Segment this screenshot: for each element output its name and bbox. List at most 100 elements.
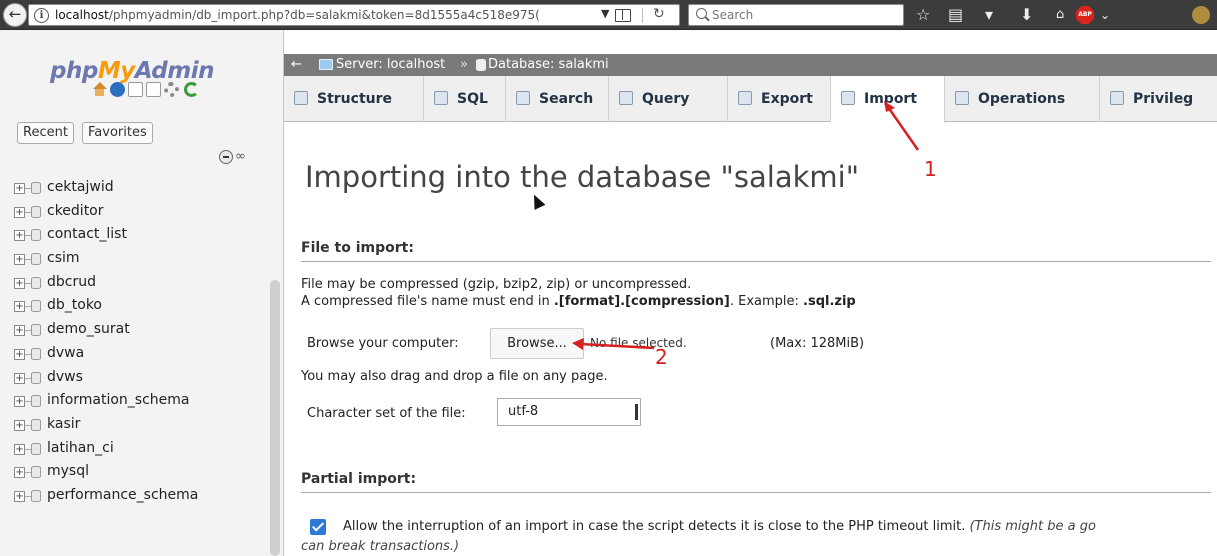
database-item[interactable]: + cektajwid xyxy=(14,176,264,200)
favorites-button[interactable]: Favorites xyxy=(82,122,153,144)
recent-button[interactable]: Recent xyxy=(17,122,74,144)
bookmark-star-icon[interactable]: ☆ xyxy=(916,5,930,25)
database-item[interactable]: + dvwa xyxy=(14,342,264,366)
expand-icon[interactable]: + xyxy=(14,467,25,479)
browse-button[interactable]: Browse... xyxy=(490,328,584,359)
link-icon[interactable]: ∞ xyxy=(235,149,246,164)
extension-icon[interactable] xyxy=(1192,6,1210,24)
tab-label: Search xyxy=(539,91,594,107)
back-arrow-icon[interactable]: ← xyxy=(291,54,302,76)
browser-search-input[interactable]: Search xyxy=(688,4,904,26)
database-name[interactable]: db_toko xyxy=(47,294,102,318)
export-icon xyxy=(738,91,752,105)
database-name[interactable]: latihan_ci xyxy=(47,437,114,461)
database-icon xyxy=(31,182,41,194)
expand-icon[interactable]: + xyxy=(14,301,25,313)
expand-icon[interactable]: + xyxy=(14,183,25,194)
database-name[interactable]: dvws xyxy=(47,366,83,390)
database-item[interactable]: + latihan_ci xyxy=(14,437,264,461)
database-name[interactable]: csim xyxy=(47,247,80,271)
url-text: localhost/phpmyadmin/db_import.php?db=sa… xyxy=(55,8,540,22)
database-item[interactable]: + ckeditor xyxy=(14,200,264,224)
documentation-icon[interactable] xyxy=(128,82,143,97)
expand-icon[interactable]: + xyxy=(14,443,25,455)
database-item[interactable]: + contact_list xyxy=(14,223,264,247)
database-item[interactable]: + db_toko xyxy=(14,294,264,318)
tab-label: Operations xyxy=(978,91,1066,107)
scrollbar[interactable] xyxy=(270,280,280,556)
tab-operations[interactable]: Operations xyxy=(945,76,1100,122)
database-item[interactable]: + information_schema xyxy=(14,389,264,413)
tab-export[interactable]: Export xyxy=(728,76,831,122)
sql-docs-icon[interactable] xyxy=(146,82,161,97)
charset-label: Character set of the file: xyxy=(307,406,466,421)
back-arrow-icon[interactable]: ← xyxy=(3,3,27,27)
database-item[interactable]: + demo_surat xyxy=(14,318,264,342)
database-icon xyxy=(31,229,41,242)
database-item[interactable]: + performance_schema xyxy=(14,484,264,508)
download-icon[interactable]: ⬇ xyxy=(1020,5,1033,25)
sql-icon xyxy=(434,91,448,105)
expand-icon[interactable]: + xyxy=(14,490,25,502)
database-name[interactable]: dbcrud xyxy=(47,271,96,295)
info-icon[interactable]: i xyxy=(34,8,49,23)
search-placeholder: Search xyxy=(712,8,754,22)
adblock-icon[interactable]: ABP xyxy=(1076,6,1094,24)
tab-label: Export xyxy=(761,91,813,107)
pocket-icon[interactable]: ▾ xyxy=(985,5,993,25)
library-icon[interactable]: ▤ xyxy=(948,5,963,25)
database-item[interactable]: + mysql xyxy=(14,460,264,484)
database-name[interactable]: contact_list xyxy=(47,223,127,247)
tab-structure[interactable]: Structure xyxy=(284,76,424,122)
breadcrumb-separator: » xyxy=(460,57,468,72)
breadcrumb-database[interactable]: Database: salakmi xyxy=(488,54,609,76)
database-name[interactable]: kasir xyxy=(47,413,80,437)
collapse-all-icon[interactable] xyxy=(219,150,233,164)
logout-icon[interactable] xyxy=(110,82,125,97)
structure-icon xyxy=(294,91,308,105)
main-content: Importing into the database "salakmi" Fi… xyxy=(300,122,1211,556)
expand-icon[interactable]: + xyxy=(14,419,25,431)
gear-icon[interactable] xyxy=(164,82,179,97)
reload-icon[interactable]: ↻ xyxy=(653,6,665,22)
database-item[interactable]: + dvws xyxy=(14,366,264,390)
home-icon[interactable] xyxy=(92,82,107,97)
expand-icon[interactable]: + xyxy=(14,348,25,360)
tab-privileg[interactable]: Privileg xyxy=(1100,76,1217,122)
database-name[interactable]: ckeditor xyxy=(47,200,104,224)
expand-icon[interactable]: + xyxy=(14,396,25,408)
charset-select[interactable]: utf-8 xyxy=(497,398,641,426)
breadcrumb-server[interactable]: Server: localhost xyxy=(336,54,445,76)
expand-icon[interactable]: + xyxy=(14,372,25,384)
chevron-down-icon[interactable]: ▼ xyxy=(601,7,609,20)
tab-sql[interactable]: SQL xyxy=(424,76,506,122)
tab-query[interactable]: Query xyxy=(609,76,728,122)
database-name[interactable]: performance_schema xyxy=(47,484,198,508)
partial-import-heading: Partial import: xyxy=(301,471,1211,493)
expand-icon[interactable]: + xyxy=(14,206,25,218)
database-item[interactable]: + csim xyxy=(14,247,264,271)
allow-interrupt-checkbox[interactable] xyxy=(310,519,326,535)
database-name[interactable]: cektajwid xyxy=(47,176,114,200)
database-item[interactable]: + dbcrud xyxy=(14,271,264,295)
allow-interrupt-note: can break transactions.) xyxy=(301,539,460,554)
expand-icon[interactable]: + xyxy=(14,254,25,266)
database-name[interactable]: information_schema xyxy=(47,389,190,413)
reader-view-icon[interactable] xyxy=(615,9,631,22)
tab-import[interactable]: Import xyxy=(831,76,945,123)
expand-icon[interactable]: + xyxy=(14,230,25,242)
database-item[interactable]: + kasir xyxy=(14,413,264,437)
phpmyadmin-logo[interactable]: phpMyAdmin xyxy=(50,58,214,84)
compression-example: A compressed file's name must end in .[f… xyxy=(301,294,856,309)
privileges-icon xyxy=(1110,91,1124,105)
reload-icon[interactable] xyxy=(184,82,199,97)
expand-icon[interactable]: + xyxy=(14,277,25,289)
expand-icon[interactable]: + xyxy=(14,325,25,337)
tab-search[interactable]: Search xyxy=(506,76,609,122)
database-name[interactable]: demo_surat xyxy=(47,318,130,342)
url-bar[interactable]: i localhost/phpmyadmin/db_import.php?db=… xyxy=(28,4,680,26)
home-icon[interactable]: ⌂ xyxy=(1056,5,1064,25)
database-name[interactable]: dvwa xyxy=(47,342,84,366)
chevron-down-icon[interactable]: ⌄ xyxy=(1100,5,1110,25)
database-name[interactable]: mysql xyxy=(47,460,89,484)
